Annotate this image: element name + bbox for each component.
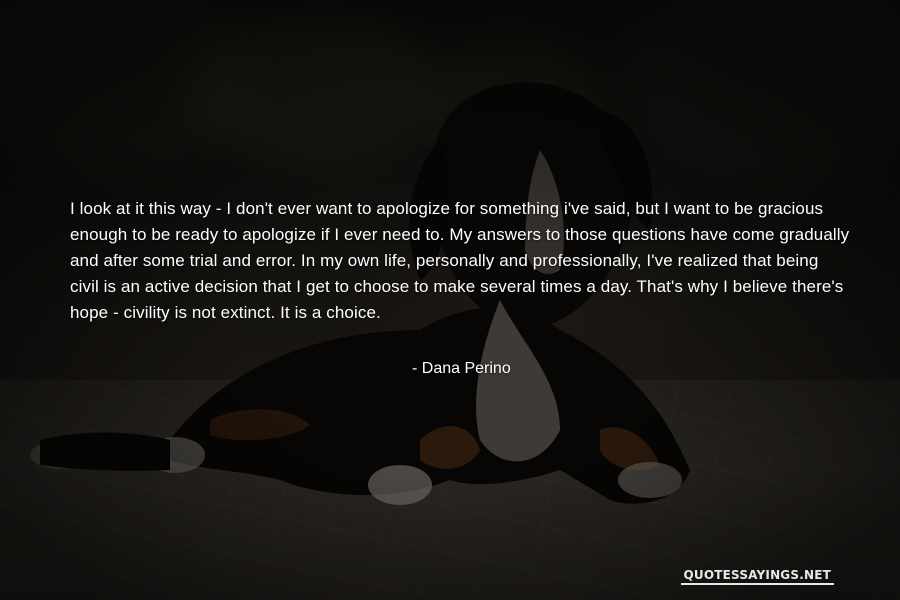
quote-author: - Dana Perino xyxy=(412,360,511,377)
site-watermark-logo: QUOTESSAYINGS.NET xyxy=(680,567,834,585)
quote-text: I look at it this way - I don't ever wan… xyxy=(70,199,850,322)
quote-image: I look at it this way - I don't ever wan… xyxy=(0,0,900,600)
